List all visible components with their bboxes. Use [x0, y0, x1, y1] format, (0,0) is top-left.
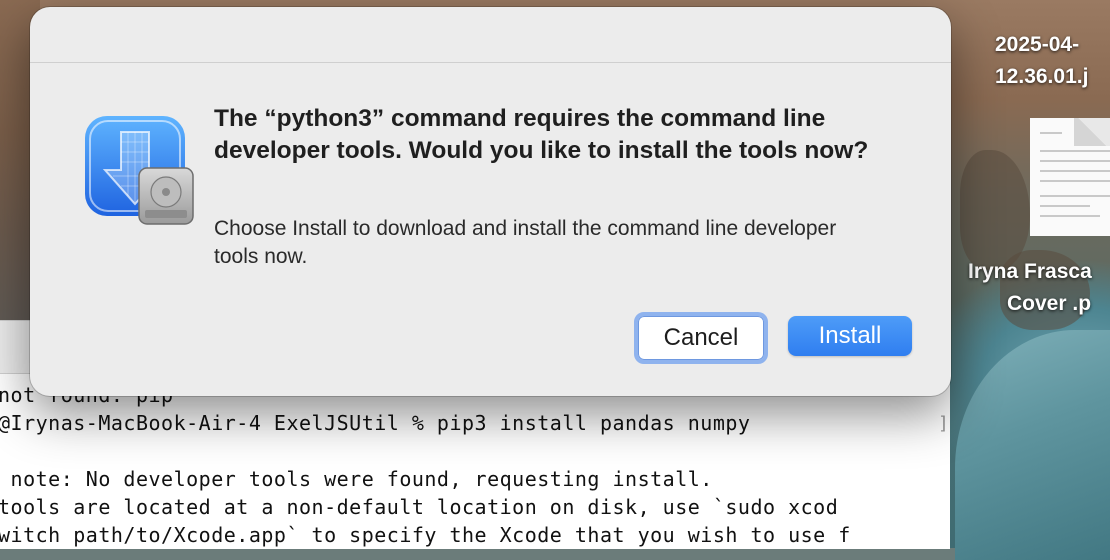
terminal-line: witch path/to/Xcode.app` to specify the …: [0, 523, 851, 547]
terminal-line: tools are located at a non-default locat…: [0, 495, 839, 519]
terminal-line: note: No developer tools were found, req…: [0, 467, 713, 491]
terminal-scroll-indicator: ]: [938, 413, 949, 434]
desktop-file-label[interactable]: Iryna Frasca: [968, 260, 1092, 284]
doc-line: [1040, 170, 1110, 172]
doc-line: [1040, 215, 1100, 217]
desktop-file-label[interactable]: 2025-04-: [995, 33, 1079, 57]
doc-line: [1040, 132, 1062, 134]
doc-line: [1040, 160, 1110, 162]
dialog-message: Choose Install to download and install t…: [214, 217, 837, 268]
install-tools-dialog: The “python3” command requires the comma…: [30, 7, 951, 396]
doc-line: [1040, 180, 1110, 182]
cancel-button[interactable]: Cancel: [634, 312, 768, 364]
install-button[interactable]: Install: [788, 316, 912, 356]
terminal-line: @Irynas-MacBook-Air-4 ExelJSUtil % pip3 …: [0, 411, 751, 435]
doc-line: [1040, 195, 1110, 197]
doc-line: [1040, 205, 1090, 207]
desktop-file-label[interactable]: 12.36.01.j: [995, 65, 1088, 89]
doc-line: [1040, 150, 1110, 152]
dialog-title: The “python3” command requires the comma…: [214, 105, 869, 164]
xcode-install-tools-icon: [85, 116, 194, 225]
dialog-header-area: [30, 7, 951, 63]
desktop-file-label[interactable]: Cover .p: [1007, 292, 1091, 316]
document-fold: [1074, 118, 1110, 146]
